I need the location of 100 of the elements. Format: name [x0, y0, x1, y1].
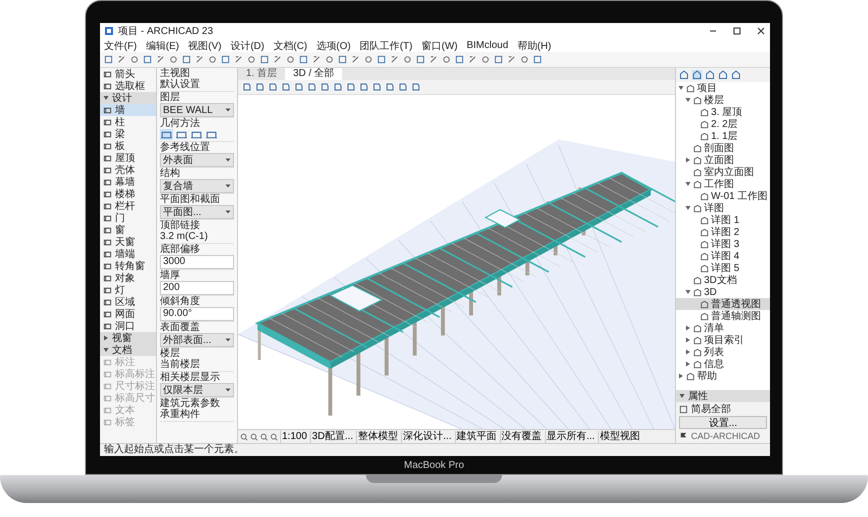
caret-icon[interactable]: [678, 373, 684, 379]
tool-button[interactable]: 窗: [100, 224, 156, 236]
tree-item[interactable]: 3D文档: [676, 274, 770, 286]
dropdown[interactable]: BEE WALL: [160, 103, 234, 117]
toolbar-icon[interactable]: [117, 55, 126, 64]
maximize-icon[interactable]: [732, 26, 742, 36]
tree-item[interactable]: 详图: [676, 202, 770, 214]
toolbar-icon[interactable]: [234, 55, 243, 64]
caret-icon[interactable]: [685, 205, 691, 211]
tool-button[interactable]: 梁: [100, 128, 156, 140]
toolbar-icon[interactable]: [156, 55, 165, 64]
tree-item[interactable]: 详图 5: [676, 262, 770, 274]
toolbar-icon[interactable]: [195, 55, 204, 64]
tree-item[interactable]: W-01 工作图: [676, 190, 770, 202]
section-header[interactable]: 视窗: [100, 332, 156, 344]
tree-item[interactable]: 帮助: [676, 370, 770, 382]
tree-item[interactable]: 清单: [676, 322, 770, 334]
menu-item[interactable]: 帮助(H): [517, 38, 552, 52]
caret-icon[interactable]: [685, 289, 691, 295]
tree-item[interactable]: 立面图: [676, 154, 770, 166]
geometry-icon[interactable]: [160, 129, 173, 140]
settings-button[interactable]: 设置...: [679, 416, 767, 429]
menu-item[interactable]: 选项(O): [316, 38, 351, 52]
tree-item[interactable]: 详图 1: [676, 214, 770, 226]
tree-item[interactable]: 详图 4: [676, 250, 770, 262]
caret-icon[interactable]: [685, 181, 691, 187]
tool-button[interactable]: 楼梯: [100, 188, 156, 200]
toolbar-icon[interactable]: [312, 55, 321, 64]
toolbar-icon[interactable]: [390, 55, 399, 64]
dropdown[interactable]: 平面图...: [160, 205, 234, 219]
zoom-icon[interactable]: [260, 432, 268, 440]
tool-button[interactable]: 墙: [100, 104, 156, 116]
tree-item[interactable]: 项目索引: [676, 334, 770, 346]
toolbar-icon[interactable]: [273, 55, 282, 64]
toolbar-icon[interactable]: [104, 55, 113, 64]
geometry-icon[interactable]: [190, 129, 203, 140]
tree-item[interactable]: 普通轴测图: [676, 310, 770, 322]
zoom-icon[interactable]: [270, 432, 278, 440]
tool-button[interactable]: 对象: [100, 272, 156, 284]
dropdown[interactable]: 复合墙: [160, 179, 234, 193]
tool-button[interactable]: 转角窗: [100, 260, 156, 272]
tree-item[interactable]: 项目: [676, 82, 770, 94]
navigator-tab-icon[interactable]: [692, 70, 702, 80]
tree-item[interactable]: 列表: [676, 346, 770, 358]
tool-button[interactable]: 板: [100, 140, 156, 152]
caret-icon[interactable]: [678, 85, 684, 91]
close-icon[interactable]: [756, 26, 766, 36]
tree-item[interactable]: 详图 2: [676, 226, 770, 238]
tool-button[interactable]: 壳体: [100, 164, 156, 176]
geometry-icon[interactable]: [175, 129, 188, 140]
tool-button[interactable]: 灯: [100, 284, 156, 296]
menu-item[interactable]: 文档(C): [273, 38, 308, 52]
geometry-icon[interactable]: [205, 129, 218, 140]
tool-button[interactable]: 墙端: [100, 248, 156, 260]
section-header[interactable]: 文档: [100, 344, 156, 356]
caret-icon[interactable]: [685, 157, 691, 163]
tree-item[interactable]: 普通透视图: [676, 298, 770, 310]
toolbar-icon[interactable]: [351, 55, 360, 64]
menu-item[interactable]: 编辑(E): [146, 38, 180, 52]
tool-button[interactable]: 箭头: [100, 68, 156, 80]
tree-item[interactable]: 3. 屋顶: [676, 106, 770, 118]
tool-button[interactable]: 天窗: [100, 236, 156, 248]
menu-item[interactable]: 设计(D): [230, 38, 264, 52]
toolbar-icon[interactable]: [507, 55, 516, 64]
toolbar-icon[interactable]: [429, 55, 438, 64]
tree-item[interactable]: 楼层: [676, 94, 770, 106]
tree-item[interactable]: 剖面图: [676, 142, 770, 154]
menu-item[interactable]: 窗口(W): [421, 38, 458, 52]
input-field[interactable]: 200: [160, 281, 234, 295]
tool-button[interactable]: 区域: [100, 296, 156, 308]
tool-button[interactable]: 网面: [100, 308, 156, 320]
tree-item[interactable]: 室内立面图: [676, 166, 770, 178]
input-field[interactable]: 90.00°: [160, 307, 234, 321]
view-tab[interactable]: 3D / 全部: [285, 68, 342, 80]
section-header[interactable]: 属性: [676, 390, 770, 402]
tool-button[interactable]: 柱: [100, 116, 156, 128]
dropdown[interactable]: 仅限本层: [160, 383, 234, 397]
caret-icon[interactable]: [685, 325, 691, 331]
tool-button[interactable]: 幕墙: [100, 176, 156, 188]
tree-item[interactable]: 1. 1层: [676, 130, 770, 142]
caret-icon[interactable]: [685, 97, 691, 103]
zoom-icon[interactable]: [240, 432, 248, 440]
tool-button[interactable]: 屋顶: [100, 152, 156, 164]
tool-button[interactable]: 洞口: [100, 320, 156, 332]
tree-item[interactable]: 详图 3: [676, 238, 770, 250]
tool-button[interactable]: 门: [100, 212, 156, 224]
tree-item[interactable]: 信息: [676, 358, 770, 370]
tool-button[interactable]: 栏杆: [100, 200, 156, 212]
tree-item[interactable]: 3D: [676, 286, 770, 298]
input-field[interactable]: 3000: [160, 255, 234, 269]
menu-item[interactable]: 文件(F): [104, 38, 137, 52]
menu-item[interactable]: 团队工作(T): [360, 38, 412, 52]
toolbar-icon[interactable]: [468, 55, 477, 64]
menu-item[interactable]: 视图(V): [188, 38, 222, 52]
caret-icon[interactable]: [685, 337, 691, 343]
dropdown[interactable]: 外部表面...: [160, 333, 234, 347]
dropdown[interactable]: 外表面: [160, 153, 234, 167]
caret-icon[interactable]: [685, 349, 691, 355]
caret-icon[interactable]: [685, 361, 691, 367]
tree-item[interactable]: 2. 2层: [676, 118, 770, 130]
